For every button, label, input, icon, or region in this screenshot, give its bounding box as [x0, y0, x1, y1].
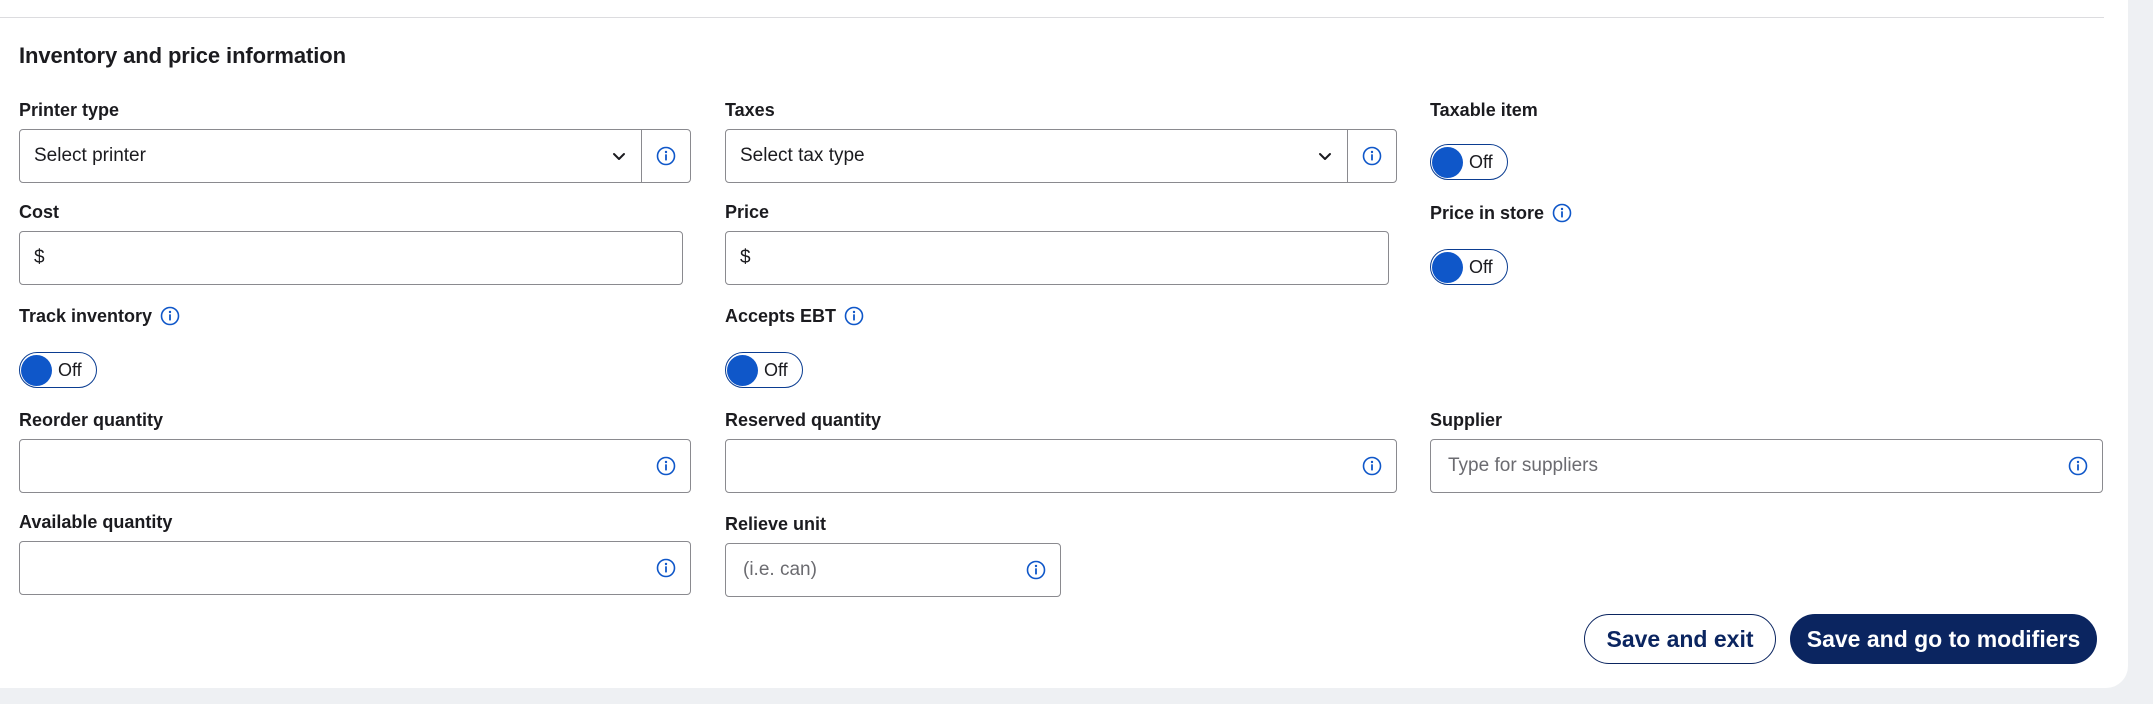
- reserved-quantity-label-text: Reserved quantity: [725, 410, 882, 430]
- taxes-select[interactable]: Select tax type: [725, 129, 1397, 183]
- toggle-knob: [21, 354, 52, 386]
- save-and-go-to-modifiers-button[interactable]: Save and go to modifiers: [1790, 614, 2097, 664]
- toggle-state: Off: [1469, 151, 1493, 172]
- track-inventory-toggle[interactable]: Off: [19, 352, 97, 388]
- info-icon: [656, 558, 676, 578]
- toggle-knob: [1432, 251, 1463, 283]
- info-icon[interactable]: [1552, 203, 1572, 223]
- available-quantity-label: Available quantity: [19, 511, 172, 533]
- accepts-ebt-label: Accepts EBT: [725, 305, 864, 327]
- info-icon: [1026, 560, 1046, 580]
- available-quantity-input[interactable]: [19, 541, 691, 595]
- reserved-quantity-field[interactable]: [726, 440, 1348, 492]
- toggle-knob: [727, 354, 758, 386]
- taxes-value: Select tax type: [740, 145, 865, 166]
- cost-label-text: Cost: [19, 202, 59, 222]
- printer-type-select[interactable]: Select printer: [19, 129, 691, 183]
- price-in-store-label-text: Price in store: [1430, 203, 1545, 223]
- price-label-text: Price: [725, 202, 770, 222]
- supplier-input[interactable]: [1430, 439, 2103, 493]
- cost-input[interactable]: $: [19, 231, 683, 285]
- taxable-item-label-text: Taxable item: [1430, 100, 1538, 120]
- supplier-label-text: Supplier: [1430, 410, 1503, 430]
- relieve-unit-info-button[interactable]: [1012, 544, 1060, 596]
- price-label: Price: [725, 201, 769, 223]
- taxes-label: Taxes: [725, 99, 775, 121]
- info-icon: [656, 456, 676, 476]
- reserved-quantity-label: Reserved quantity: [725, 409, 881, 431]
- info-icon: [1362, 456, 1382, 476]
- chevron-down-icon[interactable]: [597, 130, 641, 182]
- supplier-label: Supplier: [1430, 409, 1502, 431]
- relieve-unit-input[interactable]: [725, 543, 1061, 597]
- accepts-ebt-toggle[interactable]: Off: [725, 352, 803, 388]
- price-field[interactable]: [750, 232, 1388, 284]
- printer-type-info-button[interactable]: [642, 130, 690, 182]
- toggle-state: Off: [764, 359, 788, 380]
- supplier-info-button[interactable]: [2054, 440, 2102, 492]
- supplier-field[interactable]: [1431, 440, 2054, 492]
- relieve-unit-label-text: Relieve unit: [725, 514, 827, 534]
- price-in-store-label: Price in store: [1430, 202, 1572, 224]
- reorder-quantity-input[interactable]: [19, 439, 691, 493]
- save-and-exit-button[interactable]: Save and exit: [1584, 614, 1776, 664]
- reserved-quantity-info-button[interactable]: [1348, 440, 1396, 492]
- cost-label: Cost: [19, 201, 59, 223]
- available-quantity-label-text: Available quantity: [19, 512, 173, 532]
- relieve-unit-field[interactable]: [726, 544, 1012, 596]
- printer-type-label-text: Printer type: [19, 100, 120, 120]
- taxes-info-button[interactable]: [1348, 130, 1396, 182]
- taxable-item-label: Taxable item: [1430, 99, 1538, 121]
- info-icon[interactable]: [844, 306, 864, 326]
- reorder-quantity-label: Reorder quantity: [19, 409, 163, 431]
- reorder-quantity-info-button[interactable]: [642, 440, 690, 492]
- info-icon[interactable]: [160, 306, 180, 326]
- price-input[interactable]: $: [725, 231, 1389, 285]
- info-icon: [656, 146, 676, 166]
- top-divider: [0, 17, 2104, 18]
- reorder-quantity-field[interactable]: [20, 440, 642, 492]
- reserved-quantity-input[interactable]: [725, 439, 1397, 493]
- available-quantity-field[interactable]: [20, 542, 642, 594]
- price-in-store-toggle[interactable]: Off: [1430, 249, 1508, 285]
- toggle-state: Off: [58, 359, 82, 380]
- chevron-down-icon[interactable]: [1303, 130, 1347, 182]
- reorder-quantity-label-text: Reorder quantity: [19, 410, 164, 430]
- currency-prefix: $: [34, 247, 45, 268]
- track-inventory-label: Track inventory: [19, 305, 180, 327]
- printer-type-label: Printer type: [19, 99, 119, 121]
- toggle-state: Off: [1469, 256, 1493, 277]
- info-icon: [2068, 456, 2088, 476]
- info-icon: [1362, 146, 1382, 166]
- available-quantity-info-button[interactable]: [642, 542, 690, 594]
- section-title: Inventory and price information: [19, 43, 346, 68]
- inventory-price-card: Inventory and price information Printer …: [0, 0, 2128, 688]
- toggle-knob: [1432, 146, 1463, 178]
- track-inventory-label-text: Track inventory: [19, 306, 153, 326]
- currency-prefix: $: [740, 247, 751, 268]
- accepts-ebt-label-text: Accepts EBT: [725, 306, 837, 326]
- taxable-item-toggle[interactable]: Off: [1430, 144, 1508, 180]
- relieve-unit-label: Relieve unit: [725, 513, 826, 535]
- printer-type-value: Select printer: [34, 145, 146, 166]
- cost-field[interactable]: [44, 232, 682, 284]
- taxes-label-text: Taxes: [725, 100, 775, 120]
